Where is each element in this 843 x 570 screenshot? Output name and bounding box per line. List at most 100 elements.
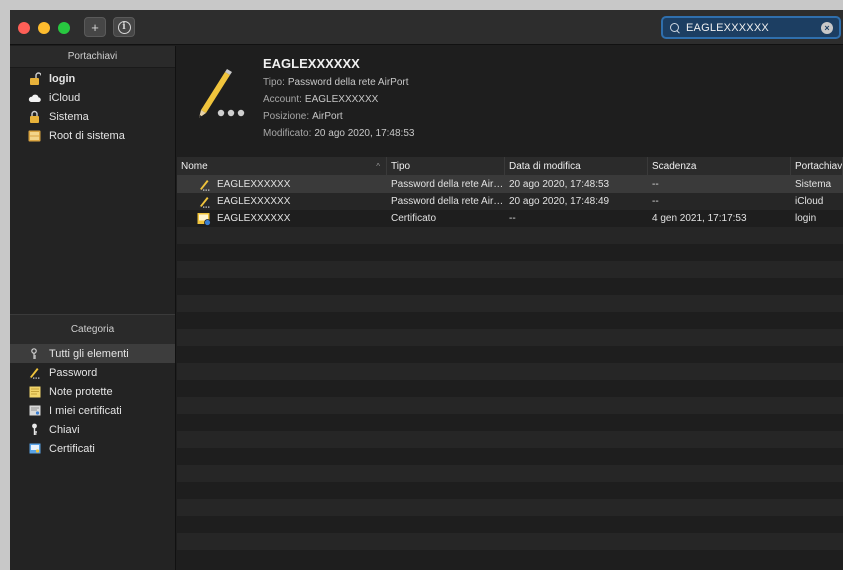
cloud-icon: [28, 91, 41, 104]
empty-row: [177, 516, 843, 533]
column-header-data-di-modifica[interactable]: Data di modifica: [505, 157, 648, 176]
column-header-nome[interactable]: Nome ^: [177, 157, 387, 176]
cell-nome: EAGLEXXXXXX: [177, 176, 387, 193]
sidebar-item-label: Sistema: [49, 110, 89, 123]
password-pencil-icon: [197, 178, 211, 192]
empty-row: [177, 346, 843, 363]
detail-posizione: Posizione: AirPort: [263, 111, 343, 122]
cell-data-di-modifica: 20 ago 2020, 17:48:49: [509, 196, 610, 207]
detail-account-value: EAGLEXXXXXX: [304, 94, 379, 105]
note-icon: [28, 385, 41, 398]
cell-tipo: Password della rete AirPort: [391, 196, 505, 207]
item-detail-header: EAGLEXXXXXX Tipo: Password della rete Air…: [177, 46, 843, 157]
sidebar-item-chiavi[interactable]: Chiavi: [10, 420, 175, 439]
cell-nome-text: EAGLEXXXXXX: [217, 213, 291, 224]
empty-row: [177, 261, 843, 278]
sidebar-item-icloud[interactable]: iCloud: [10, 88, 175, 107]
add-item-button[interactable]: +: [84, 17, 106, 37]
pencil-icon: [28, 366, 41, 379]
minimize-window-button[interactable]: [38, 22, 50, 34]
sidebar-item-i-miei-certificati[interactable]: I miei certificati: [10, 401, 175, 420]
search-field[interactable]: EAGLEXXXXXX ×: [661, 16, 841, 39]
detail-modificato-value: 20 ago 2020, 17:48:53: [314, 128, 415, 139]
empty-row: [177, 329, 843, 346]
sidebar-item-certificati[interactable]: Certificati: [10, 439, 175, 458]
column-header-scadenza[interactable]: Scadenza: [648, 157, 791, 176]
empty-row: [177, 465, 843, 482]
sidebar-item-label: Certificati: [49, 442, 95, 455]
column-header-portachiavi[interactable]: Portachiavi: [791, 157, 843, 176]
column-header-label: Nome: [181, 161, 208, 172]
category-header: Categoria: [10, 314, 175, 344]
sidebar-item-login[interactable]: login: [10, 69, 175, 88]
lock-icon: [28, 110, 41, 123]
info-button[interactable]: i: [113, 17, 135, 37]
detail-modificato-key: Modificato:: [263, 128, 312, 139]
cell-portachiavi: Sistema: [795, 179, 832, 190]
certificate-icon: [28, 442, 41, 455]
empty-row: [177, 244, 843, 261]
empty-row: [177, 533, 843, 550]
root-cabinet-icon: [28, 129, 41, 142]
zoom-window-button[interactable]: [58, 22, 70, 34]
key-icon: [28, 423, 41, 436]
sidebar-item-tutti-gli-elementi[interactable]: Tutti gli elementi: [10, 344, 175, 363]
cell-nome-text: EAGLEXXXXXX: [217, 179, 291, 190]
detail-posizione-value: AirPort: [312, 111, 343, 122]
detail-title: EAGLEXXXXXX: [263, 56, 360, 71]
sidebar-item-root-di-sistema[interactable]: Root di sistema: [10, 126, 175, 145]
empty-row: [177, 278, 843, 295]
sidebar-item-password[interactable]: Password: [10, 363, 175, 382]
sidebar-item-label: Chiavi: [49, 423, 80, 436]
sidebar: Portachiavi login iCloud Sistema Root di…: [10, 46, 176, 570]
password-pencil-icon: [197, 195, 211, 209]
sidebar-item-label: Root di sistema: [49, 129, 125, 142]
sidebar-item-label: I miei certificati: [49, 404, 122, 417]
empty-row: [177, 363, 843, 380]
detail-account: Account: EAGLEXXXXXX: [263, 94, 378, 105]
toolbar: + i EAGLEXXXXXX ×: [10, 10, 843, 45]
items-table: Nome ^ Tipo Data di modifica Scadenza Por…: [177, 157, 843, 570]
sidebar-item-label: login: [49, 72, 76, 85]
search-input-value[interactable]: EAGLEXXXXXX: [686, 22, 769, 34]
empty-row: [177, 550, 843, 567]
empty-row: [177, 482, 843, 499]
cell-tipo: Certificato: [391, 213, 437, 224]
certificate-icon: [197, 212, 211, 226]
info-icon: i: [117, 20, 131, 34]
column-header-tipo[interactable]: Tipo: [387, 157, 505, 176]
empty-row: [177, 448, 843, 465]
empty-row: [177, 414, 843, 431]
cell-portachiavi: login: [795, 213, 817, 224]
lock-open-icon: [28, 72, 41, 85]
plus-icon: +: [91, 19, 99, 35]
table-row[interactable]: EAGLEXXXXXX Certificato -- 4 gen 2021, 1…: [177, 210, 843, 227]
keychain-list: login iCloud Sistema Root di sistema: [10, 68, 175, 145]
table-row[interactable]: EAGLEXXXXXX Password della rete AirPort …: [177, 193, 843, 210]
sidebar-item-note-protette[interactable]: Note protette: [10, 382, 175, 401]
table-header: Nome ^ Tipo Data di modifica Scadenza Por…: [177, 157, 843, 176]
cell-scadenza: --: [652, 179, 659, 190]
detail-tipo-key: Tipo:: [263, 77, 285, 88]
table-row[interactable]: EAGLEXXXXXX Password della rete AirPort …: [177, 176, 843, 193]
clear-search-icon[interactable]: ×: [821, 22, 833, 34]
detail-modificato: Modificato: 20 ago 2020, 17:48:53: [263, 128, 414, 139]
close-window-button[interactable]: [18, 22, 30, 34]
my-certificate-icon: [28, 404, 41, 417]
detail-account-key: Account:: [263, 94, 302, 105]
detail-tipo-value: Password della rete AirPort: [287, 77, 409, 88]
empty-row: [177, 499, 843, 516]
cell-portachiavi: iCloud: [795, 196, 824, 207]
detail-posizione-key: Posizione:: [263, 111, 310, 122]
detail-tipo: Tipo: Password della rete AirPort: [263, 77, 409, 88]
empty-row: [177, 380, 843, 397]
search-icon: [670, 22, 680, 33]
sort-ascending-icon: ^: [376, 162, 380, 171]
cell-tipo: Password della rete AirPort: [391, 179, 505, 190]
sidebar-item-label: iCloud: [49, 91, 81, 104]
empty-row: [177, 312, 843, 329]
category-list: Tutti gli elementi Password Note protett…: [10, 344, 175, 458]
cell-nome: EAGLEXXXXXX: [177, 193, 387, 210]
cell-scadenza: 4 gen 2021, 17:17:53: [652, 213, 747, 224]
sidebar-item-sistema[interactable]: Sistema: [10, 107, 175, 126]
